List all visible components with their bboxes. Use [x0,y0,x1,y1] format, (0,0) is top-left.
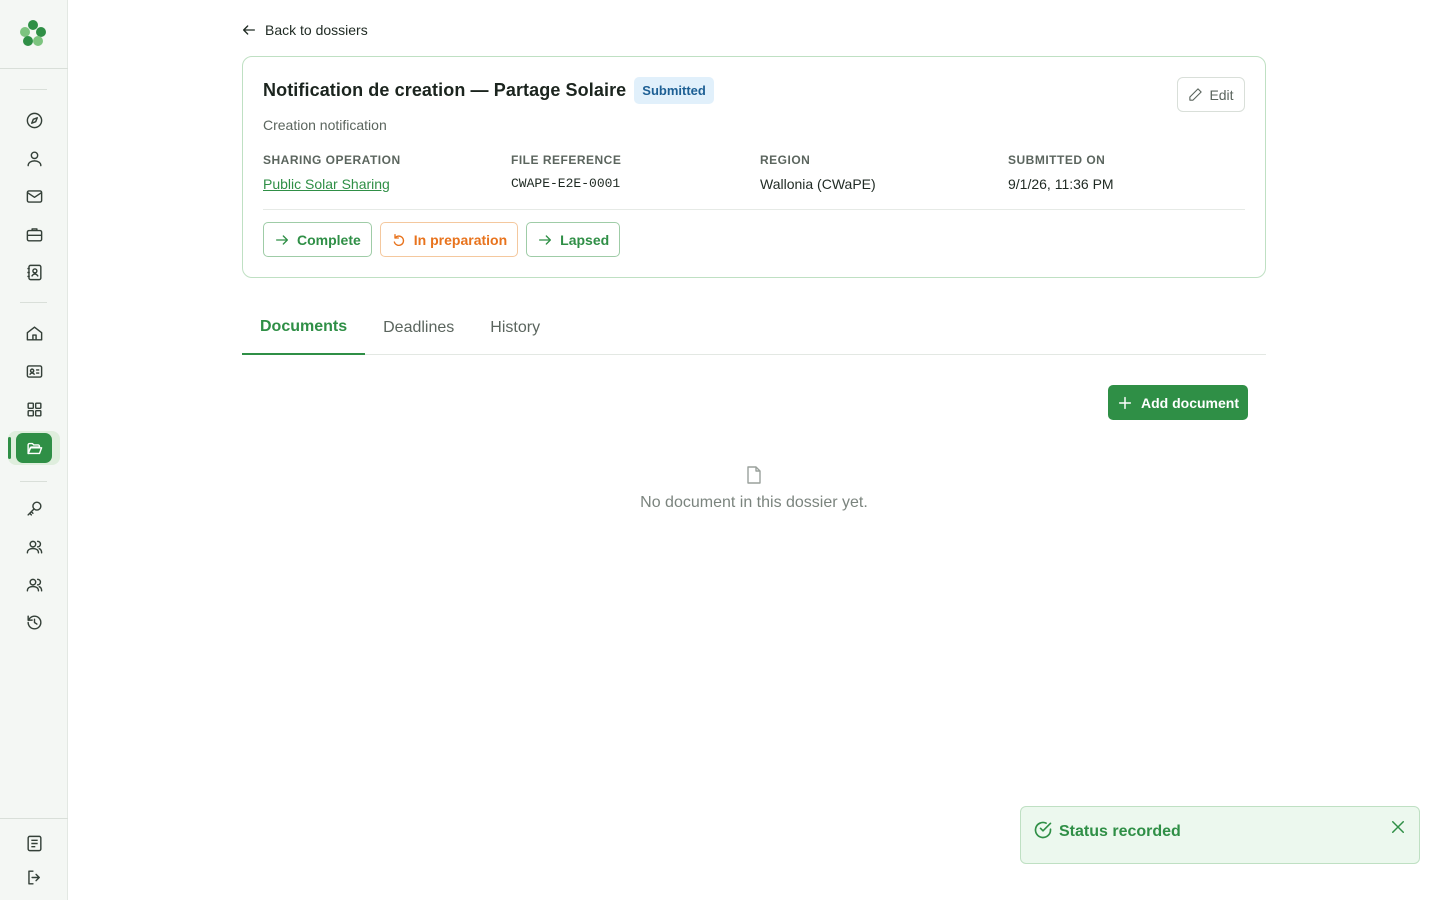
close-icon[interactable] [1389,818,1407,836]
add-document-label: Add document [1141,394,1239,411]
grid-icon[interactable] [20,395,48,423]
back-link-label: Back to dossiers [265,22,368,38]
user-icon[interactable] [20,144,48,172]
sidebar-divider [20,89,47,90]
arrow-right-icon [276,234,288,245]
card-divider [263,209,1245,210]
plus-icon [1118,396,1132,409]
in-preparation-button-label: In preparation [413,231,508,248]
toast-notification: Status recorded [1020,806,1420,864]
edit-button[interactable]: Edit [1177,77,1245,112]
tab-deadlines[interactable]: Deadlines [365,300,472,355]
logout-icon[interactable] [20,863,48,891]
empty-state-text: No document in this dossier yet. [640,494,868,511]
page-title: Notification de creation — Partage Solai… [263,80,627,100]
sidebar [0,0,68,900]
file-reference-value: CWAPE-E2E-0001 [511,176,621,191]
field-region: REGION Wallonia (CWaPE) [760,153,1000,192]
sidebar-divider [20,302,47,303]
dossier-card: Notification de creation — Partage Solai… [242,56,1266,278]
pencil-icon [1189,88,1203,101]
lapsed-button[interactable]: Lapsed [526,222,621,257]
sharing-operation-link[interactable]: Public Solar Sharing [263,176,390,192]
region-value: Wallonia (CWaPE) [760,176,876,192]
users-icon[interactable] [20,532,48,560]
check-circle-icon [1033,820,1053,840]
folder-open-icon[interactable] [16,433,52,463]
status-badge: Submitted [634,77,714,104]
back-to-dossiers-link[interactable]: Back to dossiers [241,20,368,40]
mail-icon[interactable] [20,182,48,210]
field-sharing-operation: SHARING OPERATION Public Solar Sharing [263,153,503,192]
complete-button-label: Complete [297,231,361,248]
arrow-right-icon [539,234,552,245]
arrow-left-icon [243,25,255,35]
field-label: FILE REFERENCE [511,153,622,167]
sidebar-active-indicator [8,437,11,459]
tab-history[interactable]: History [472,300,558,355]
tab-documents[interactable]: Documents [242,300,366,355]
submitted-on-value: 9/1/26, 11:36 PM [1008,176,1114,192]
app-logo[interactable] [18,18,48,48]
undo-icon [393,233,404,246]
dossier-subtitle: Creation notification [263,117,387,133]
sidebar-divider [0,68,68,69]
field-file-reference: FILE REFERENCE CWAPE-E2E-0001 [511,153,751,191]
contact-book-icon[interactable] [20,258,48,286]
field-label: SUBMITTED ON [1008,153,1106,167]
lapsed-button-label: Lapsed [560,231,610,248]
compass-icon[interactable] [20,106,48,134]
field-label: SHARING OPERATION [263,153,401,167]
in-preparation-button[interactable]: In preparation [379,222,519,257]
dossier-tabs: Documents Deadlines History [242,300,1266,355]
file-icon [746,466,762,484]
field-label: REGION [760,153,811,167]
add-document-button[interactable]: Add document [1108,385,1248,420]
briefcase-icon[interactable] [20,220,48,248]
id-card-icon[interactable] [20,357,48,385]
edit-button-label: Edit [1209,86,1234,103]
document-icon[interactable] [20,829,48,857]
sidebar-divider [0,818,68,819]
toast-message: Status recorded [1059,823,1181,840]
field-submitted-on: SUBMITTED ON 9/1/26, 11:36 PM [1008,153,1248,192]
home-icon[interactable] [20,319,48,347]
users-alt-icon[interactable] [20,570,48,598]
sidebar-divider [20,481,47,482]
status-actions: Complete In preparation Lapsed [263,222,621,257]
history-icon[interactable] [20,608,48,636]
complete-button[interactable]: Complete [263,222,372,257]
